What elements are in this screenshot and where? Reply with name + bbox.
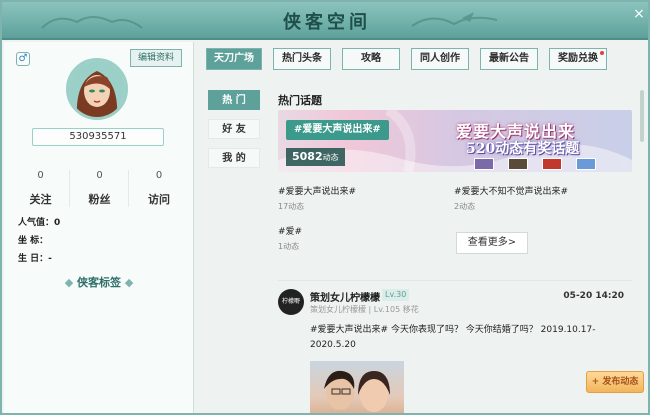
- popularity-label: 人气值：: [18, 218, 55, 228]
- stat-label: 关注: [29, 193, 52, 206]
- subnav-hot[interactable]: 热 门: [208, 90, 260, 110]
- banner-reward-icon: [542, 158, 562, 170]
- topic-count: 1动态: [278, 242, 300, 251]
- post-author[interactable]: 策划女儿柠檬檬: [310, 289, 380, 304]
- stat-label: 访问: [148, 193, 170, 206]
- feed-post: 柠檬嘢 策划女儿柠檬檬 Lv.30 策划女儿柠檬檬 | Lv.105 移花 05…: [278, 280, 632, 413]
- tab-fan-creation[interactable]: 同人创作: [411, 48, 469, 70]
- stat-visits[interactable]: 0 访问: [130, 170, 188, 207]
- topic-count: 2动态: [454, 202, 476, 211]
- avatar-portrait-icon: [69, 61, 125, 117]
- tags-title-label: 侠客标签: [77, 276, 121, 289]
- subnav-friends[interactable]: 好 友: [208, 119, 260, 139]
- popularity-row: 人气值：0: [18, 214, 60, 232]
- diamond-icon: ◆: [121, 276, 134, 289]
- banner-reward-icon: [576, 158, 596, 170]
- banner-topic-tag: #爱要大声说出来#: [286, 120, 389, 140]
- title-bar: 侠客空间 ×: [2, 2, 648, 40]
- birthday-label: 生 日：: [18, 254, 49, 264]
- popularity-value: 0: [54, 218, 61, 228]
- scrollbar[interactable]: [640, 90, 644, 142]
- coords-row: 坐 标：: [18, 232, 60, 250]
- stat-value: 0: [155, 170, 163, 181]
- post-time: 05-20 14:20: [563, 291, 624, 301]
- banner-subheadline: 520动态有奖话题: [466, 141, 580, 157]
- publish-post-button[interactable]: + 发布动态: [586, 371, 644, 393]
- main-nav: 天刀广场 热门头条 攻略 同人创作 最新公告 奖励兑换: [206, 48, 626, 70]
- banner-count-value: 5082: [292, 150, 323, 163]
- diamond-icon: ◆: [64, 276, 77, 289]
- stat-value: 0: [37, 170, 44, 181]
- notification-dot-icon: [600, 51, 604, 55]
- stat-label: 粉丝: [88, 193, 111, 206]
- topic-title: #爱要大不知不觉声说出来#: [454, 187, 569, 197]
- tab-plaza[interactable]: 天刀广场: [206, 48, 262, 70]
- gender-male-icon: ♂: [16, 52, 30, 66]
- topic-count: 17动态: [278, 202, 305, 211]
- stat-followers[interactable]: 0 粉丝: [71, 170, 129, 207]
- level-badge: Lv.30: [382, 289, 410, 301]
- window-title: 侠客空间: [283, 12, 371, 33]
- tab-guides[interactable]: 攻略: [342, 48, 400, 70]
- profile-sidebar: ♂ 编辑资料 530935571 0 关注 0 粉丝 0 访问 人气值：0 坐 …: [4, 42, 194, 413]
- tab-rewards-label: 奖励兑换: [558, 53, 598, 64]
- post-author-subtitle: 策划女儿柠檬檬 | Lv.105 移花: [310, 305, 419, 314]
- edit-profile-button[interactable]: 编辑资料: [130, 49, 182, 67]
- view-more-button[interactable]: 查看更多>: [456, 232, 528, 254]
- tags-title: ◆ 侠客标签 ◆: [44, 274, 154, 290]
- stat-following[interactable]: 0 关注: [12, 170, 70, 207]
- post-avatar[interactable]: 柠檬嘢: [278, 289, 304, 315]
- profile-stats: 0 关注 0 粉丝 0 访问: [12, 170, 188, 207]
- coords-label: 坐 标：: [18, 236, 49, 246]
- banner-reward-icon: [508, 158, 528, 170]
- topic-item[interactable]: #爱要大不知不觉声说出来# 2动态: [454, 184, 624, 212]
- tab-headlines[interactable]: 热门头条: [273, 48, 331, 70]
- banner-count: 5082动态: [286, 148, 345, 166]
- app-window: 侠客空间 × ♂ 编辑资料 530935571 0 关注 0 粉丝 0 访问 人…: [0, 0, 650, 415]
- user-id: 530935571: [32, 128, 164, 146]
- profile-info: 人气值：0 坐 标： 生 日：-: [18, 214, 60, 268]
- birthday-value: -: [48, 254, 52, 264]
- topic-title: #爱#: [278, 227, 303, 237]
- post-content: #爱要大声说出来# 今天你表现了吗？ 今天你结婚了吗？ 2019.10.17-2…: [310, 325, 596, 350]
- topic-title: #爱要大声说出来#: [278, 187, 357, 197]
- tab-announcements[interactable]: 最新公告: [480, 48, 538, 70]
- subnav-mine[interactable]: 我 的: [208, 148, 260, 168]
- close-icon[interactable]: ×: [632, 7, 646, 21]
- tab-rewards[interactable]: 奖励兑换: [549, 48, 607, 70]
- banner-reward-icon: [474, 158, 494, 170]
- sub-nav: 热 门 好 友 我 的: [208, 90, 260, 177]
- post-photo[interactable]: [310, 361, 404, 413]
- topic-banner[interactable]: #爱要大声说出来# 5082动态 爱要大声说出来 520动态有奖话题: [278, 110, 632, 172]
- birthday-row: 生 日：-: [18, 250, 60, 268]
- topic-item[interactable]: #爱# 1动态: [278, 224, 448, 252]
- photo-image-icon: [324, 370, 390, 412]
- stat-value: 0: [96, 170, 103, 181]
- banner-count-unit: 动态: [322, 153, 339, 162]
- section-title: 热门话题: [278, 94, 322, 107]
- content-area: 热门话题 #爱要大声说出来# 5082动态 爱要大声说出来 520动态有奖话题 …: [270, 84, 640, 413]
- avatar[interactable]: [66, 58, 128, 120]
- topic-item[interactable]: #爱要大声说出来# 17动态: [278, 184, 448, 212]
